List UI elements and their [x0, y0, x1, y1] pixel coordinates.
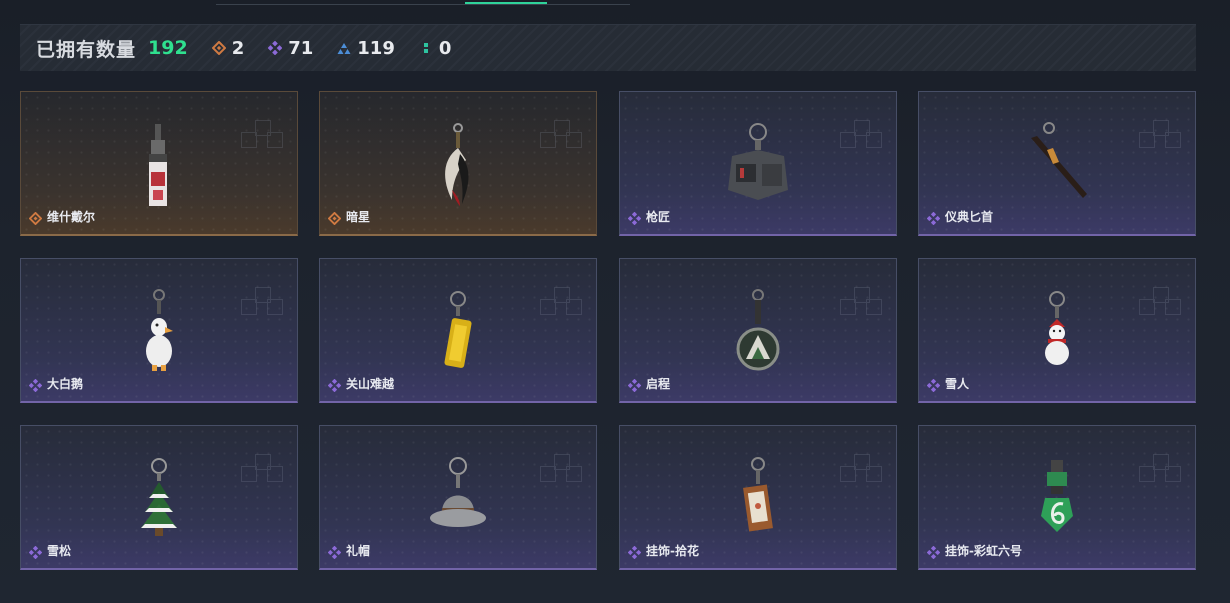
- pine-tree-charm-icon: [141, 458, 177, 536]
- item-name: 礼帽: [346, 544, 371, 558]
- feather-charm-icon: [445, 123, 469, 206]
- purple-clover-icon: [328, 379, 341, 392]
- item-card-weishidaier[interactable]: 维什戴尔: [20, 91, 298, 236]
- card-decoration: [1139, 454, 1181, 494]
- item-card-xuesong[interactable]: 雪松: [20, 425, 298, 570]
- purple-clover-icon: [927, 379, 940, 392]
- purple-clover-icon: [268, 41, 283, 55]
- purple-clover-icon: [328, 546, 341, 559]
- item-name: 启程: [646, 377, 671, 391]
- purple-clover-icon: [29, 546, 42, 559]
- gold-bar-charm-icon: [444, 291, 472, 368]
- active-tab-indicator: [465, 2, 547, 4]
- owned-count-label: 已拥有数量: [36, 38, 137, 61]
- purple-clover-icon: [628, 546, 641, 559]
- orange-diamond-icon: [328, 212, 341, 225]
- hat-charm-icon: [430, 457, 486, 527]
- item-card-qiangjiang[interactable]: 枪匠: [619, 91, 897, 236]
- card-decoration: [840, 120, 882, 160]
- item-name: 挂饰-拾花: [646, 544, 699, 558]
- purple-count: 71: [288, 37, 314, 59]
- item-name: 暗星: [346, 210, 371, 224]
- six-charm-icon: [1041, 460, 1073, 532]
- item-card-guashi-caihong-liuhao[interactable]: 挂饰-彩虹六号: [918, 425, 1196, 570]
- rarity-stat-purple: 71: [268, 38, 313, 59]
- teal-count: 0: [438, 37, 452, 59]
- card-decoration: [540, 287, 582, 327]
- card-decoration: [1139, 120, 1181, 160]
- teal-dots-icon: [423, 43, 428, 53]
- medallion-charm-icon: [736, 289, 780, 371]
- item-name: 关山难越: [346, 377, 395, 391]
- top-tab-bar: [216, 0, 630, 5]
- orange-count: 2: [231, 37, 245, 59]
- card-decoration: [540, 454, 582, 494]
- item-card-limao[interactable]: 礼帽: [319, 425, 597, 570]
- purple-clover-icon: [927, 546, 940, 559]
- card-decoration: [1139, 287, 1181, 327]
- card-decoration: [241, 454, 283, 494]
- item-card-dabaie[interactable]: 大白鹅: [20, 258, 298, 403]
- item-name: 大白鹅: [47, 377, 84, 391]
- tall-tag-charm-icon: [149, 124, 167, 206]
- item-card-yidian-bishou[interactable]: 仪典匕首: [918, 91, 1196, 236]
- dagger-icon: [1031, 122, 1087, 198]
- rarity-stat-orange: 2: [211, 37, 245, 59]
- card-decoration: [241, 287, 283, 327]
- purple-clover-icon: [628, 379, 641, 392]
- frame-charm-icon: [743, 457, 773, 532]
- goose-charm-icon: [146, 289, 173, 371]
- item-card-guanshan-nanyue[interactable]: 关山难越: [319, 258, 597, 403]
- blue-triangle-icon: [337, 43, 351, 54]
- item-card-qicheng[interactable]: 启程: [619, 258, 897, 403]
- ownership-summary-bar: 已拥有数量 192 2 71 119 0: [20, 24, 1196, 71]
- item-card-xueren[interactable]: 雪人: [918, 258, 1196, 403]
- item-card-guashi-shihua[interactable]: 挂饰-拾花: [619, 425, 897, 570]
- item-name: 挂饰-彩虹六号: [945, 544, 1022, 558]
- item-name: 雪人: [945, 377, 970, 391]
- card-decoration: [540, 120, 582, 160]
- owned-count-total: 192: [148, 37, 188, 59]
- item-card-anxing[interactable]: 暗星: [319, 91, 597, 236]
- purple-clover-icon: [628, 212, 641, 225]
- item-name: 维什戴尔: [47, 210, 96, 224]
- mechanical-charm-icon: [728, 123, 788, 200]
- snowman-charm-icon: [1045, 291, 1069, 365]
- purple-clover-icon: [29, 379, 42, 392]
- purple-clover-icon: [927, 212, 940, 225]
- card-decoration: [241, 120, 283, 160]
- orange-diamond-icon: [29, 212, 42, 225]
- rarity-stat-blue: 119: [337, 38, 395, 59]
- item-name: 仪典匕首: [945, 210, 994, 224]
- card-decoration: [840, 287, 882, 327]
- orange-diamond-icon: [211, 41, 226, 55]
- blue-count: 119: [357, 37, 395, 59]
- rarity-stat-teal: 0: [419, 37, 452, 59]
- item-name: 枪匠: [646, 210, 671, 224]
- item-name: 雪松: [47, 544, 72, 558]
- card-decoration: [840, 454, 882, 494]
